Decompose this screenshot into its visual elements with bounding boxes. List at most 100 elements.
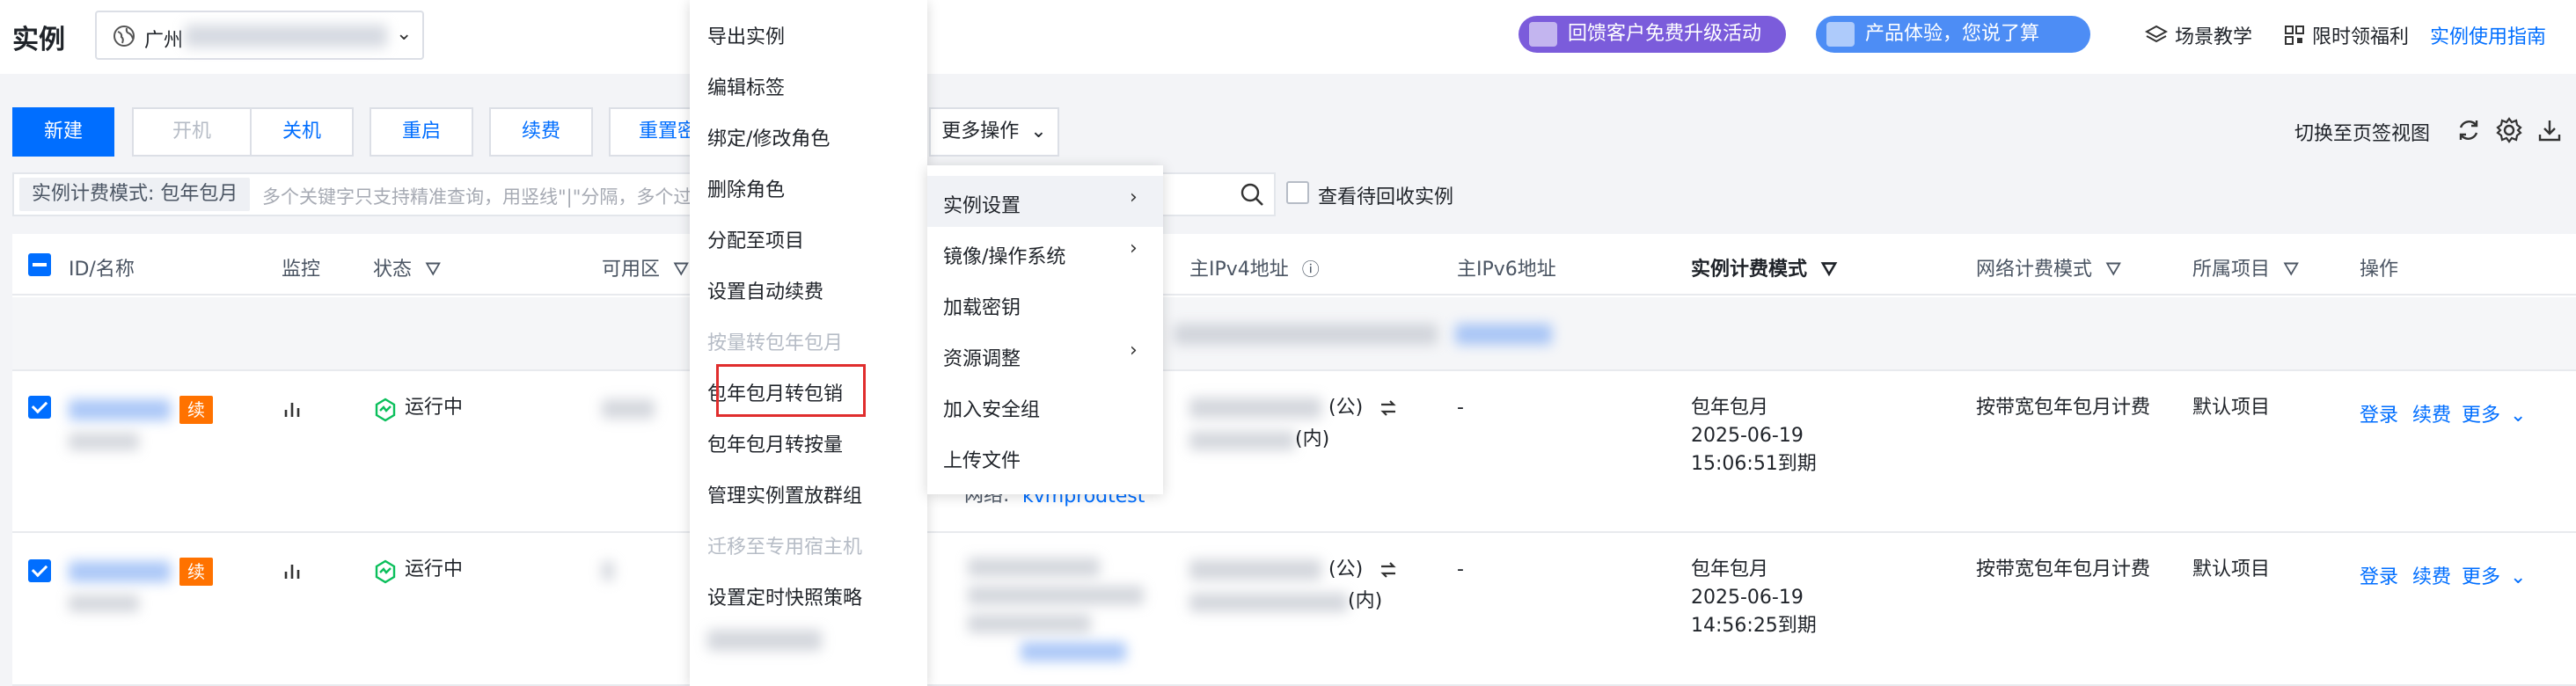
region-label: 广州 [144,30,184,52]
public-ip-suffix: (公) [1328,397,1364,419]
menu-item-migrate-cdh: 迁移至专用宿主机 [707,536,863,558]
col-project[interactable]: 所属项目 ⛛ [2192,253,2300,281]
promo-feedback-button[interactable]: 回馈客户免费升级活动 [1519,16,1786,53]
menu-item-postpaid-to-prepaid: 按量转包年包月 [707,332,844,354]
col-zone[interactable]: 可用区 ⛛ [602,253,690,281]
row-checkbox[interactable] [28,559,51,582]
menu-item-assign-project[interactable]: 分配至项目 [707,225,804,253]
renew-badge: 续 [179,396,213,424]
chevron-down-icon: ⌄ [2510,405,2527,427]
monitor-chart-icon[interactable] [282,559,306,587]
search-icon[interactable] [1239,181,1265,211]
menu-item-bind-role[interactable]: 绑定/修改角色 [707,123,830,151]
col-ipv4: 主IPv4地址 ⓘ [1189,253,1320,281]
col-network-billing[interactable]: 网络计费模式 ⛛ [1976,253,2122,281]
status-text: 运行中 [405,397,464,419]
filter-icon[interactable]: ⛛ [425,259,441,281]
submenu-item-instance-settings[interactable]: 实例设置 [943,190,1021,218]
more-link[interactable]: 更多 ⌄ [2462,561,2526,589]
col-ipv4-label: 主IPv4地址 [1189,259,1289,281]
col-project-label: 所属项目 [2192,259,2271,281]
search-placeholder: 多个关键字只支持精准查询，用竖线"|"分隔，多个过 [262,186,692,208]
ipv6-value: - [1457,397,1464,419]
info-icon[interactable]: ⓘ [1302,259,1320,280]
usage-guide-link[interactable]: 实例使用指南 [2430,21,2546,49]
chevron-right-icon: › [1130,237,1138,259]
power-off-button[interactable]: 关机 [250,107,354,157]
gear-icon[interactable] [2495,116,2523,144]
filter-icon[interactable]: ⛛ [673,259,689,281]
chevron-down-icon: ⌄ [1030,120,1047,142]
scene-teach-label: 场景教学 [2175,26,2253,48]
menu-item-delete-role[interactable]: 删除角色 [707,174,785,202]
instance-id-link[interactable] [69,399,171,420]
renew-link[interactable]: 续费 [2412,561,2451,589]
region-select[interactable]: 广州 ⌄ [95,11,424,60]
submenu-item-security-group[interactable]: 加入安全组 [943,394,1040,422]
new-button[interactable]: 新建 [12,107,114,157]
project: 默认项目 [2192,397,2271,419]
expire-time: 14:56:25到期 [1691,615,1817,637]
limited-welfare-link[interactable]: 限时领福利 [2284,21,2409,51]
menu-item-edit-tags[interactable]: 编辑标签 [707,72,785,100]
billing-filter-tag[interactable]: 实例计费模式: 包年包月 [19,178,251,211]
expire-time: 15:06:51到期 [1691,453,1817,475]
swap-ip-icon[interactable] [1376,396,1401,424]
select-all-checkbox[interactable] [28,253,51,276]
gift-icon [1529,22,1557,47]
menu-item-export[interactable]: 导出实例 [707,21,785,49]
cell-redacted [968,614,1091,633]
submenu-item-upload-file[interactable]: 上传文件 [943,445,1021,473]
more-link[interactable]: 更多 ⌄ [2462,399,2526,427]
zone-redacted [602,561,614,580]
menu-item-redacted[interactable] [707,630,822,651]
login-link[interactable]: 登录 [2360,399,2398,427]
chevron-right-icon: › [1130,339,1138,361]
network-link-redacted[interactable] [1021,642,1126,661]
submenu-item-resize[interactable]: 资源调整 [943,343,1021,371]
menu-item-prepaid-to-postpaid[interactable]: 包年包月转按量 [707,429,843,457]
filter-icon[interactable]: ⛛ [2283,259,2299,281]
col-zone-label: 可用区 [602,259,661,281]
menu-item-placement-group[interactable]: 管理实例置放群组 [707,480,862,508]
project: 默认项目 [2192,558,2271,580]
cell-redacted [968,586,1144,605]
renew-button[interactable]: 续费 [489,107,593,157]
survey-icon [1826,22,1855,47]
row-checkbox[interactable] [28,396,51,419]
submenu-items: 实例设置 › 镜像/操作系统 › 加载密钥 资源调整 › 加入安全组 上传文件 [927,165,1163,494]
col-status[interactable]: 状态 ⛛ [373,253,442,281]
submenu-item-image-os[interactable]: 镜像/操作系统 [943,241,1065,269]
promo-experience-label: 产品体验，您说了算 [1865,23,2040,45]
instance-name-redacted [69,595,139,612]
monitor-chart-icon[interactable] [282,398,306,426]
recycle-checkbox[interactable] [1286,181,1309,204]
chevron-right-icon: › [1130,186,1138,208]
col-billing[interactable]: 实例计费模式 ⛛ [1691,253,1837,281]
more-link-label: 更多 [2462,566,2501,588]
download-icon[interactable] [2536,116,2564,144]
globe-icon [113,25,135,51]
restart-button[interactable]: 重启 [370,107,473,157]
menu-item-auto-renew[interactable]: 设置自动续费 [707,276,823,304]
private-ip-redacted [1189,431,1295,450]
scene-teach-link[interactable]: 场景教学 [2144,21,2253,52]
filter-icon[interactable]: ⛛ [2105,259,2121,281]
limited-welfare-label: 限时领福利 [2312,26,2410,48]
status-text: 运行中 [405,558,464,580]
more-actions-menu: 导出实例 编辑标签 绑定/修改角色 删除角色 分配至项目 设置自动续费 按量转包… [690,0,927,686]
refresh-icon[interactable] [2455,116,2483,144]
switch-tab-view-link[interactable]: 切换至页签视图 [2294,118,2430,146]
renew-link[interactable]: 续费 [2412,399,2451,427]
submenu-item-load-key[interactable]: 加载密钥 [943,292,1021,320]
power-on-button[interactable]: 开机 [132,107,252,157]
filter-icon[interactable]: ⛛ [1821,259,1837,281]
page-title: 实例 [12,25,65,55]
instance-id-link[interactable] [69,561,171,582]
login-link[interactable]: 登录 [2360,561,2398,589]
private-ip-suffix: (内) [1295,428,1330,450]
more-actions-button[interactable]: 更多操作 ⌄ [929,107,1059,157]
chevron-down-icon: ⌄ [2510,566,2527,588]
menu-item-snapshot-policy[interactable]: 设置定时快照策略 [707,582,862,610]
promo-experience-button[interactable]: 产品体验，您说了算 [1816,16,2090,53]
